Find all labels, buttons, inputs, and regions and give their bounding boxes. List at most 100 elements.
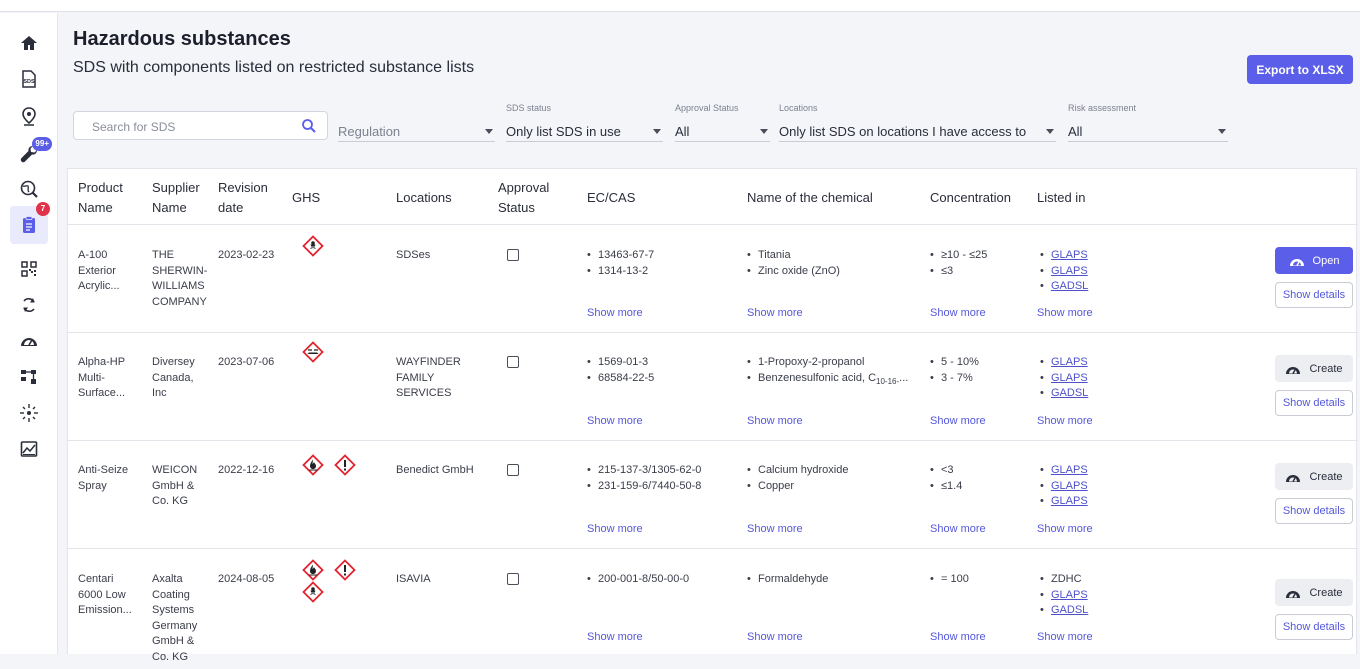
open-button[interactable]: Open (1275, 247, 1353, 274)
show-details-button[interactable]: Show details (1275, 282, 1353, 308)
header-supplier-name[interactable]: Supplier Name (152, 178, 200, 218)
concentration-item: = 100 (930, 572, 969, 588)
show-more-ec-cas[interactable]: Show more (587, 523, 643, 535)
listed-in-item: GADSL (1040, 386, 1088, 402)
show-more-chemicals[interactable]: Show more (747, 307, 803, 319)
show-more-listed-in[interactable]: Show more (1037, 415, 1093, 427)
listed-in-item: GLAPS (1040, 355, 1088, 371)
listed-in-link[interactable]: GLAPS (1051, 495, 1088, 507)
supplier-name-line: GmbH & (152, 635, 195, 647)
sync-icon[interactable] (14, 290, 44, 320)
sds-icon-label: SDS (23, 79, 35, 85)
clipboard-badge: 7 (36, 202, 50, 216)
show-more-listed-in[interactable]: Show more (1037, 307, 1093, 319)
product-name-line: 6000 Low (78, 588, 126, 601)
show-more-concentration[interactable]: Show more (930, 631, 986, 643)
header-revision-date[interactable]: Revision date (218, 178, 268, 218)
product-name-line: Surface... (78, 387, 126, 399)
approval-checkbox[interactable] (507, 356, 519, 368)
locations-label: Locations (779, 103, 818, 113)
supplier-name-line: Canada, (152, 371, 194, 384)
approval-status-select[interactable]: Approval Status All (675, 103, 770, 142)
product-name[interactable]: Centari 6000 Low Emission... (78, 572, 132, 619)
product-name[interactable]: A-100 Exterior Acrylic... (78, 248, 120, 295)
ghs-flammable-icon (302, 559, 324, 581)
show-more-concentration[interactable]: Show more (930, 523, 986, 535)
header-ec-cas[interactable]: EC/CAS (587, 188, 635, 208)
hierarchy-icon[interactable] (14, 362, 44, 392)
listed-in-link[interactable]: GLAPS (1051, 464, 1088, 476)
show-more-ec-cas[interactable]: Show more (587, 307, 643, 319)
supplier-name-line: GmbH & (152, 479, 195, 492)
header-revision-date-line2: date (218, 200, 244, 215)
header-locations[interactable]: Locations (396, 188, 452, 208)
ec-cas-list: 1569-01-3 68584-22-5 (587, 355, 654, 386)
listed-in-link[interactable]: GLAPS (1051, 480, 1088, 492)
create-button[interactable]: Create (1275, 463, 1353, 490)
supplier-name-line: THE (152, 249, 174, 261)
show-more-concentration[interactable]: Show more (930, 415, 986, 427)
location-pin-icon[interactable] (14, 101, 44, 131)
sidebar: SDS 99+ 7 (0, 13, 58, 654)
sparkle-icon[interactable] (14, 398, 44, 428)
product-name[interactable]: Alpha-HP Multi- Surface... (78, 355, 125, 402)
sds-document-icon[interactable]: SDS (14, 64, 44, 94)
listed-in-link[interactable]: GLAPS (1051, 372, 1088, 384)
create-button[interactable]: Create (1275, 355, 1353, 382)
ec-cas-item: 1569-01-3 (587, 355, 654, 371)
revision-date: 2024-08-05 (218, 573, 275, 585)
gauge-icon[interactable] (14, 326, 44, 356)
wrench-icon[interactable]: 99+ (14, 137, 52, 169)
search-input[interactable]: Search for SDS (73, 111, 328, 140)
approval-checkbox[interactable] (507, 464, 519, 476)
regulation-select[interactable]: Regulation (338, 122, 495, 142)
show-details-button[interactable]: Show details (1275, 390, 1353, 416)
concentration-item: ≤3 (930, 264, 987, 280)
show-more-concentration[interactable]: Show more (930, 307, 986, 319)
globe-search-icon[interactable] (14, 174, 44, 204)
locations-select[interactable]: Locations Only list SDS on locations I h… (779, 103, 1056, 142)
chart-image-icon[interactable] (14, 434, 44, 464)
clipboard-icon[interactable]: 7 (10, 202, 50, 244)
sds-status-select[interactable]: SDS status Only list SDS in use (506, 103, 663, 142)
show-more-listed-in[interactable]: Show more (1037, 523, 1093, 535)
listed-in-link[interactable]: GADSL (1051, 280, 1088, 292)
approval-checkbox[interactable] (507, 249, 519, 261)
listed-in-link[interactable]: GLAPS (1051, 265, 1088, 277)
create-button[interactable]: Create (1275, 579, 1353, 606)
show-more-chemicals[interactable]: Show more (747, 631, 803, 643)
listed-in-link[interactable]: GLAPS (1051, 356, 1088, 368)
header-product-name[interactable]: Product Name (78, 178, 123, 218)
revision-date: 2022-12-16 (218, 464, 275, 476)
ghs-health-hazard-icon (302, 581, 324, 603)
qr-code-icon[interactable] (14, 254, 44, 284)
show-more-ec-cas[interactable]: Show more (587, 631, 643, 643)
show-more-listed-in[interactable]: Show more (1037, 631, 1093, 643)
header-approval-status[interactable]: Approval Status (498, 178, 549, 218)
export-xlsx-button[interactable]: Export to XLSX (1247, 55, 1353, 84)
ec-cas-item: 200-001-8/50-00-0 (587, 572, 689, 588)
header-concentration[interactable]: Concentration (930, 188, 1011, 208)
supplier-name-line: Coating (152, 588, 190, 601)
revision-date: 2023-07-06 (218, 356, 275, 368)
show-details-button[interactable]: Show details (1275, 498, 1353, 524)
listed-in-link[interactable]: GLAPS (1051, 589, 1088, 601)
risk-assessment-select[interactable]: Risk assessment All (1068, 103, 1228, 142)
approval-checkbox[interactable] (507, 573, 519, 585)
search-icon[interactable] (301, 118, 317, 134)
header-product-name-line1: Product (78, 180, 123, 195)
header-listed-in[interactable]: Listed in (1037, 188, 1085, 208)
show-more-chemicals[interactable]: Show more (747, 523, 803, 535)
listed-in-link[interactable]: GLAPS (1051, 249, 1088, 261)
show-more-chemicals[interactable]: Show more (747, 415, 803, 427)
listed-in-item: GADSL (1040, 603, 1088, 619)
product-name[interactable]: Anti-Seize Spray (78, 463, 128, 494)
show-details-button[interactable]: Show details (1275, 614, 1353, 640)
header-chemical-name[interactable]: Name of the chemical (747, 188, 873, 208)
home-icon[interactable] (14, 28, 44, 58)
show-more-ec-cas[interactable]: Show more (587, 415, 643, 427)
supplier-name-line: COMPANY (152, 295, 207, 308)
listed-in-link[interactable]: GADSL (1051, 604, 1088, 616)
listed-in-link[interactable]: GADSL (1051, 387, 1088, 399)
header-ghs[interactable]: GHS (292, 188, 320, 208)
